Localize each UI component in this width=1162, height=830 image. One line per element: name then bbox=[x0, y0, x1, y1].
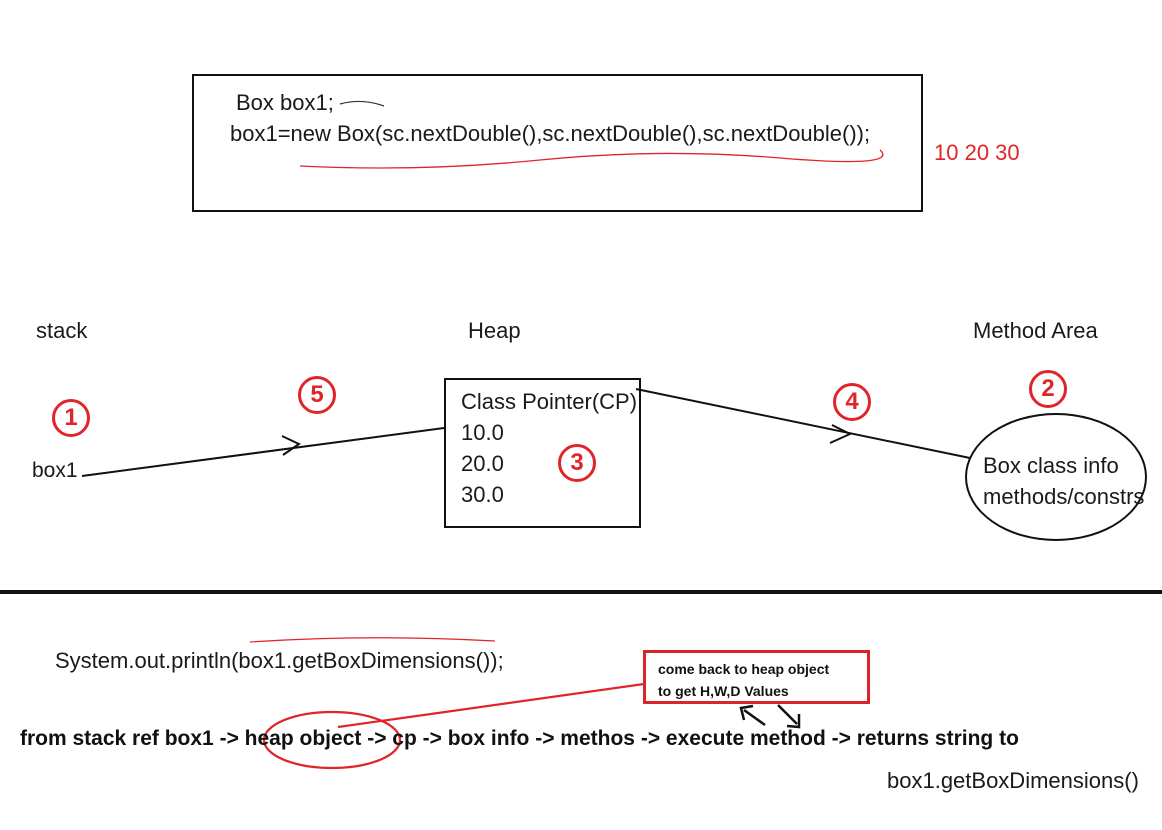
stack-to-heap-arrowhead bbox=[281, 435, 302, 456]
callout-connector bbox=[337, 682, 645, 729]
execution-flow-text: from stack ref box1 -> heap object -> cp… bbox=[20, 727, 1019, 751]
println-underline bbox=[249, 637, 496, 643]
callout-box: come back to heap object to get H,W,D Va… bbox=[643, 650, 870, 704]
heap-to-method-area-arrow bbox=[635, 388, 971, 459]
callout-line-2: to get H,W,D Values bbox=[658, 683, 789, 699]
section-divider bbox=[0, 590, 1162, 594]
diagram-arrows bbox=[81, 100, 971, 770]
forth-arrow bbox=[777, 704, 798, 725]
println-statement: System.out.println(box1.getBoxDimensions… bbox=[55, 648, 504, 673]
code-underline-squiggle bbox=[299, 149, 884, 169]
result-method-call: box1.getBoxDimensions() bbox=[887, 768, 1139, 793]
stack-to-heap-arrow bbox=[81, 427, 445, 477]
flow-suffix: -> cp -> box info -> methos -> execute m… bbox=[361, 727, 1019, 750]
flow-heap-object: heap object bbox=[244, 727, 362, 750]
flow-prefix: from stack ref box1 -> bbox=[20, 727, 245, 750]
declaration-tilde bbox=[339, 100, 385, 107]
heap-to-method-area-arrowhead bbox=[829, 424, 853, 444]
back-arrow bbox=[743, 708, 766, 727]
callout-line-1: come back to heap object bbox=[658, 661, 830, 677]
